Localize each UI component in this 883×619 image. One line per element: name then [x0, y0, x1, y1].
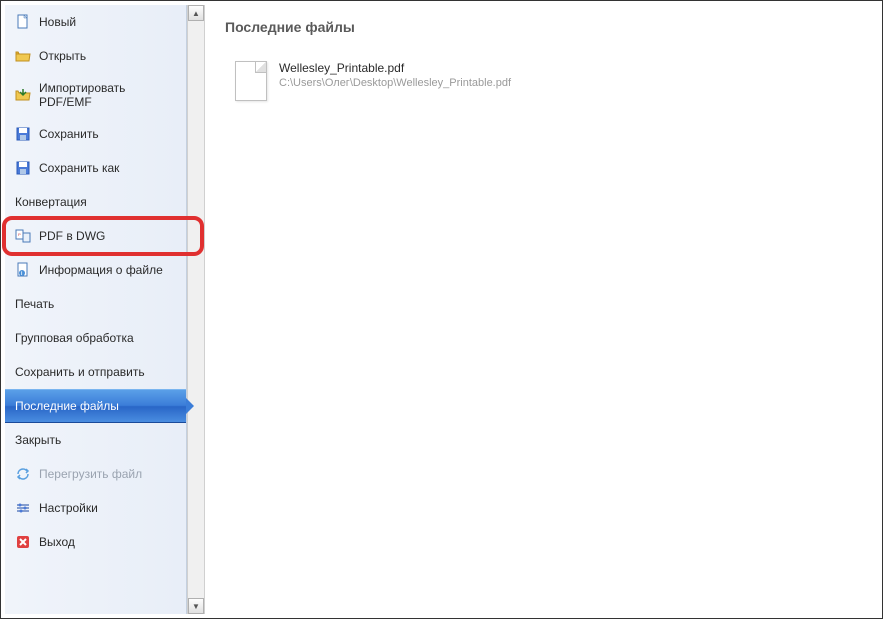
menu-label: Последние файлы: [15, 399, 119, 413]
content-title: Последние файлы: [225, 19, 858, 35]
new-file-icon: [15, 14, 31, 30]
section-print[interactable]: Печать: [5, 287, 186, 321]
menu-label: Сохранить как: [39, 161, 119, 175]
section-close[interactable]: Закрыть: [5, 423, 186, 457]
menu-label: Выход: [39, 535, 75, 549]
menu-exit[interactable]: Выход: [5, 525, 186, 559]
menu-label: Новый: [39, 15, 76, 29]
scroll-down-button[interactable]: ▼: [188, 598, 204, 614]
menu-import[interactable]: Импортировать PDF/EMF: [5, 73, 186, 117]
pdf-dwg-icon: P: [15, 228, 31, 244]
svg-text:P: P: [18, 232, 21, 237]
content-panel: Последние файлы Wellesley_Printable.pdf …: [205, 5, 878, 614]
file-info-icon: i: [15, 262, 31, 278]
menu-settings[interactable]: Настройки: [5, 491, 186, 525]
menu-reload[interactable]: Перегрузить файл: [5, 457, 186, 491]
menu-new[interactable]: Новый: [5, 5, 186, 39]
reload-icon: [15, 466, 31, 482]
section-convert[interactable]: Конвертация: [5, 185, 186, 219]
menu-label: Сохранить: [39, 127, 99, 141]
file-document-icon: [235, 61, 267, 101]
menu-save[interactable]: Сохранить: [5, 117, 186, 151]
menu-label: Настройки: [39, 501, 98, 515]
recent-file-item[interactable]: Wellesley_Printable.pdf C:\Users\Олег\De…: [225, 55, 858, 107]
menu-label: Импортировать PDF/EMF: [39, 81, 176, 109]
section-batch[interactable]: Групповая обработка: [5, 321, 186, 355]
file-name: Wellesley_Printable.pdf: [279, 61, 511, 75]
open-folder-icon: [15, 48, 31, 64]
menu-open[interactable]: Открыть: [5, 39, 186, 73]
menu-label: Информация о файле: [39, 263, 163, 277]
menu-pdf-to-dwg[interactable]: P PDF в DWG: [5, 219, 186, 253]
menu-label: PDF в DWG: [39, 229, 105, 243]
scroll-up-button[interactable]: ▲: [188, 5, 204, 21]
menu-save-as[interactable]: Сохранить как: [5, 151, 186, 185]
sidebar: Новый Открыть Импортировать PDF/EMF Сохр…: [5, 5, 187, 614]
app-container: Новый Открыть Импортировать PDF/EMF Сохр…: [1, 1, 882, 618]
menu-recent-files[interactable]: Последние файлы: [5, 389, 186, 423]
menu-label: Открыть: [39, 49, 86, 63]
settings-icon: [15, 500, 31, 516]
section-save-send[interactable]: Сохранить и отправить: [5, 355, 186, 389]
exit-icon: [15, 534, 31, 550]
menu-file-info[interactable]: i Информация о файле: [5, 253, 186, 287]
save-icon: [15, 126, 31, 142]
file-path: C:\Users\Олег\Desktop\Wellesley_Printabl…: [279, 77, 511, 89]
save-as-icon: [15, 160, 31, 176]
menu-label: Перегрузить файл: [39, 467, 142, 481]
file-info: Wellesley_Printable.pdf C:\Users\Олег\De…: [279, 61, 511, 89]
import-icon: [15, 87, 31, 103]
sidebar-scrollbar[interactable]: ▲ ▼: [187, 5, 205, 614]
